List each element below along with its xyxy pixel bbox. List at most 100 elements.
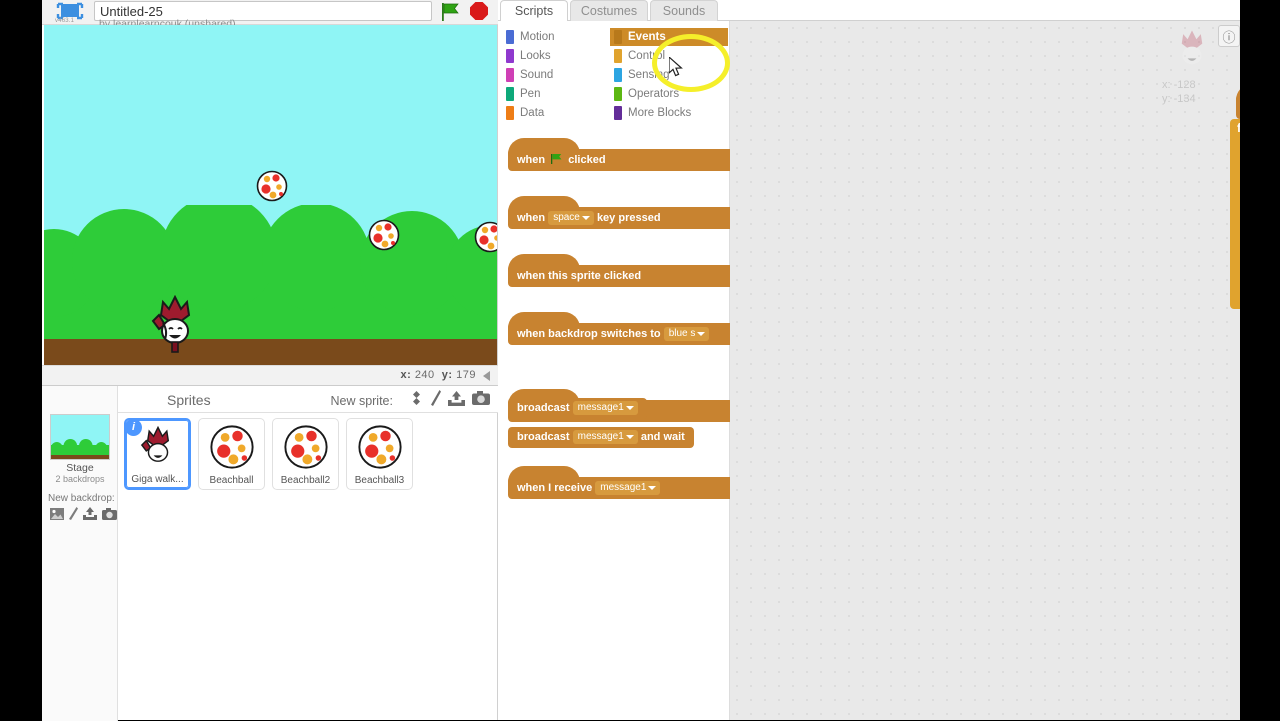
block-text: when I receive <box>517 482 593 494</box>
scratch-editor-window: v463.1 by learnlearncouk (unshared) Shar… <box>42 0 1240 721</box>
coord-x-label: x: <box>400 369 412 381</box>
stage-beachball[interactable] <box>474 221 497 258</box>
help-button[interactable]: ⓘ <box>1218 25 1240 47</box>
category-motion[interactable]: Motion <box>502 28 606 46</box>
sprite-pane-header: Sprites New sprite: <box>118 386 498 413</box>
sprite-name: Giga walk... <box>131 474 184 485</box>
category-looks[interactable]: Looks <box>502 47 606 65</box>
category-data[interactable]: Data <box>502 104 606 122</box>
upload-backdrop-icon[interactable] <box>83 507 97 525</box>
camera-backdrop-icon[interactable] <box>102 507 117 525</box>
category-sound[interactable]: Sound <box>502 66 606 84</box>
message-dropdown[interactable]: message1 <box>572 401 638 415</box>
stage-beachball[interactable] <box>256 170 288 207</box>
sprite-card-beachball3[interactable]: Beachball3 <box>346 418 413 490</box>
sprite-card-beachball[interactable]: Beachball <box>198 418 265 490</box>
palette-block-when-flag-clicked[interactable]: when clicked <box>508 138 730 173</box>
stage-canvas[interactable] <box>44 25 497 365</box>
sprite-thumbnail <box>347 423 412 471</box>
forever-label: forever <box>1237 121 1240 135</box>
forever-block-bottom <box>1230 289 1240 309</box>
stage-ground <box>44 339 497 365</box>
sprite-thumbnail <box>199 423 264 471</box>
category-label: Data <box>520 107 545 119</box>
stage-thumbnail-item[interactable]: Stage 2 backdrops <box>50 414 110 484</box>
tab-costumes[interactable]: Costumes <box>570 0 648 21</box>
category-label: Operators <box>628 88 680 100</box>
scratch-logo[interactable]: v463.1 <box>51 1 93 25</box>
mouse-coordinates: x: 240 y: 179 <box>400 369 476 381</box>
stage-selector-column: Stage 2 backdrops New backdrop: <box>42 386 118 721</box>
category-pen[interactable]: Pen <box>502 85 606 103</box>
category-swatch <box>506 106 514 120</box>
backdrop-dropdown[interactable]: blue s <box>663 327 710 341</box>
block-text: when <box>517 154 546 166</box>
stage-backdrop-count: 2 backdrops <box>55 474 105 484</box>
upload-sprite-icon[interactable] <box>448 390 465 411</box>
stage-sprite-giga[interactable] <box>151 294 199 355</box>
paint-sprite-icon[interactable] <box>431 390 441 411</box>
sprite-info-badge[interactable]: i <box>125 419 142 436</box>
sprite-pane: Stage 2 backdrops New backdrop: Sprites … <box>42 385 498 721</box>
new-backdrop-label: New backdrop: <box>48 493 115 504</box>
question-mark-icon: ⓘ <box>1222 29 1236 45</box>
palette-block-when-key-pressed[interactable]: when space key pressed <box>508 196 730 229</box>
category-swatch <box>614 49 622 63</box>
choose-backdrop-icon[interactable] <box>50 507 64 525</box>
sprite-name: Beachball2 <box>280 475 331 486</box>
palette-block-when-backdrop-switches[interactable]: when backdrop switches to blue s <box>508 312 730 345</box>
editor-pane: Scripts Costumes Sounds Motion Looks Sou… <box>498 0 1240 720</box>
category-label: Events <box>628 31 666 43</box>
choose-sprite-icon[interactable] <box>409 390 424 411</box>
green-flag-icon <box>550 151 563 173</box>
stage-beachball[interactable] <box>368 219 400 256</box>
category-swatch <box>614 68 622 82</box>
block-text: when this sprite clicked <box>517 270 642 282</box>
new-backdrop-icons <box>50 507 117 525</box>
category-label: Pen <box>520 88 541 100</box>
category-sensing[interactable]: Sensing <box>610 66 728 84</box>
script-canvas[interactable]: x: -128 y: -134 ⓘ when clicked <box>730 21 1240 720</box>
category-swatch <box>506 49 514 63</box>
sprites-title: Sprites <box>167 392 211 408</box>
category-label: Sensing <box>628 69 670 81</box>
new-sprite-label: New sprite: <box>330 394 393 408</box>
message-dropdown[interactable]: message1 <box>572 430 638 444</box>
category-more-blocks[interactable]: More Blocks <box>610 104 728 122</box>
category-swatch <box>614 87 622 101</box>
category-events[interactable]: Events <box>610 28 728 46</box>
watcher-x: x: -128 <box>1162 79 1196 91</box>
green-flag-button[interactable] <box>439 2 461 22</box>
palette-block-broadcast[interactable]: broadcast message1 <box>508 398 647 419</box>
version-label: v463.1 <box>55 18 75 24</box>
block-text: and wait <box>640 431 685 443</box>
palette-block-when-i-receive[interactable]: when I receive message1 <box>508 466 730 499</box>
script-block-when-flag-clicked[interactable]: when clicked <box>1236 84 1240 119</box>
sprite-card-beachball2[interactable]: Beachball2 <box>272 418 339 490</box>
paint-backdrop-icon[interactable] <box>69 507 78 525</box>
stop-button[interactable] <box>470 2 490 22</box>
sprite-name: Beachball3 <box>354 475 405 486</box>
category-label: Motion <box>520 31 555 43</box>
editor-tabs: Scripts Costumes Sounds <box>498 0 1240 21</box>
message-dropdown[interactable]: message1 <box>595 481 661 495</box>
key-dropdown[interactable]: space <box>548 211 594 225</box>
stage-footer: x: 240 y: 179 <box>42 365 498 385</box>
palette-block-when-sprite-clicked[interactable]: when this sprite clicked <box>508 254 730 287</box>
category-label: Control <box>628 50 666 62</box>
sprite-card-giga-walk[interactable]: i Giga walk... <box>124 418 191 490</box>
category-label: More Blocks <box>628 107 692 119</box>
tab-sounds[interactable]: Sounds <box>650 0 718 21</box>
category-swatch <box>506 30 514 44</box>
block-text: broadcast <box>517 431 570 443</box>
block-text: key pressed <box>596 212 661 224</box>
camera-sprite-icon[interactable] <box>472 391 490 410</box>
category-control[interactable]: Control <box>610 47 728 65</box>
palette-block-broadcast-and-wait[interactable]: broadcast message1 and wait <box>508 427 694 448</box>
stage-pane: x: 240 y: 179 <box>42 25 498 385</box>
tab-scripts[interactable]: Scripts <box>500 0 568 21</box>
collapse-left-arrow-icon[interactable] <box>478 366 496 386</box>
category-operators[interactable]: Operators <box>610 85 728 103</box>
category-label: Looks <box>520 50 551 62</box>
category-label: Sound <box>520 69 554 81</box>
